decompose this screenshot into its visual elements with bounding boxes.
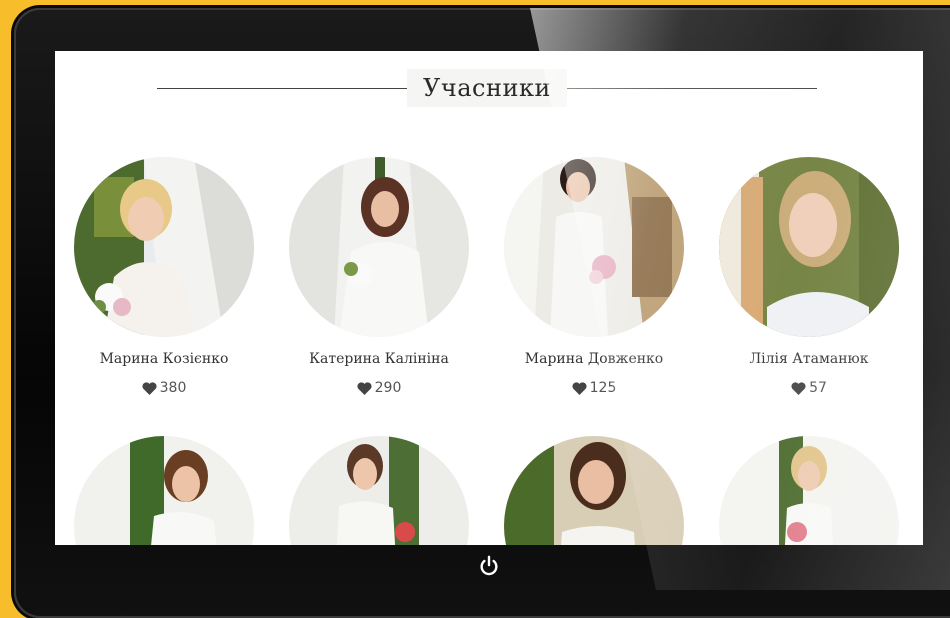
participant-card[interactable]: Катерина Калініна 290 [289,157,469,396]
heart-icon[interactable] [791,381,806,395]
like-counter[interactable]: 57 [719,380,899,396]
participant-photo[interactable] [719,157,899,337]
like-counter[interactable]: 290 [289,380,469,396]
participant-photo[interactable] [504,436,684,545]
participant-card[interactable]: Лілія Атаманюк 57 [719,157,899,396]
participant-photo[interactable] [289,436,469,545]
heart-icon[interactable] [572,381,587,395]
participant-photo[interactable] [74,157,254,337]
participant-photo[interactable] [719,436,899,545]
power-icon[interactable] [478,555,500,577]
like-counter[interactable]: 125 [504,380,684,396]
heart-icon[interactable] [142,381,157,395]
section-heading: Учасники [55,69,923,109]
heading-divider-left [157,88,407,89]
heading-divider-right [567,88,817,89]
like-count: 290 [374,380,402,396]
like-counter[interactable]: 380 [74,380,254,396]
participant-photo[interactable] [289,157,469,337]
participant-card[interactable]: Марина Козієнко 380 [74,157,254,396]
like-count: 125 [589,380,617,396]
participant-card[interactable] [719,436,899,545]
participant-photo[interactable] [504,157,684,337]
like-count: 57 [809,380,827,396]
participant-name[interactable]: Катерина Калініна [289,351,469,367]
heading-box: Учасники [407,69,567,107]
participant-photo[interactable] [74,436,254,545]
participant-name[interactable]: Марина Довженко [504,351,684,367]
heart-icon[interactable] [357,381,372,395]
participant-card[interactable] [289,436,469,545]
participant-name[interactable]: Лілія Атаманюк [719,351,899,367]
screen: Учасники Марина Козієнко 380 Катерина Ка… [55,51,923,545]
participant-card[interactable] [74,436,254,545]
participant-card[interactable] [504,436,684,545]
like-count: 380 [159,380,187,396]
section-title: Учасники [423,74,551,102]
participant-name[interactable]: Марина Козієнко [74,351,254,367]
participant-card[interactable]: Марина Довженко 125 [504,157,684,396]
